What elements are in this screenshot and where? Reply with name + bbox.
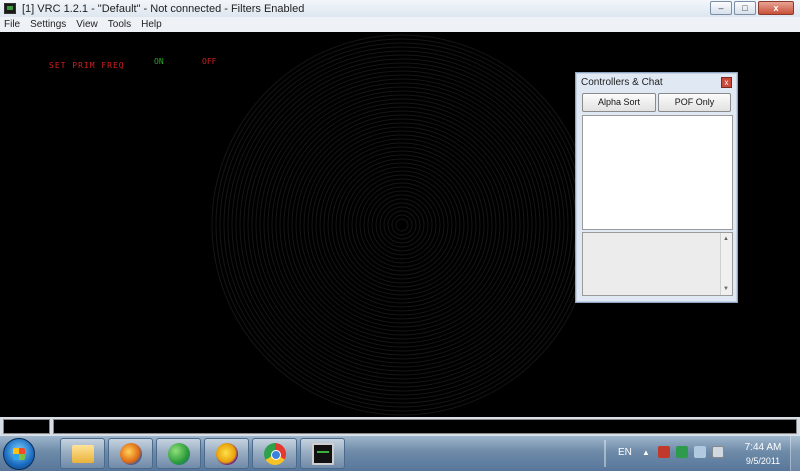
off-label[interactable]: OFF bbox=[202, 57, 216, 66]
firefox-icon bbox=[119, 442, 142, 465]
language-indicator[interactable]: EN bbox=[618, 447, 632, 458]
range-ring bbox=[279, 102, 525, 348]
security-icon[interactable] bbox=[658, 446, 670, 458]
range-ring bbox=[239, 62, 565, 388]
volume-muted-icon[interactable] bbox=[712, 446, 724, 458]
panel-title: Controllers & Chat bbox=[581, 77, 663, 88]
command-bar bbox=[0, 417, 800, 436]
chat-area[interactable]: ▲ ▼ bbox=[582, 232, 733, 296]
range-ring bbox=[211, 34, 593, 416]
range-ring bbox=[275, 98, 529, 352]
panel-close-icon[interactable]: x bbox=[721, 77, 732, 88]
controllers-list[interactable] bbox=[582, 115, 733, 230]
chrome-icon bbox=[263, 442, 286, 465]
vrc-icon bbox=[311, 442, 334, 465]
signal-strength-icon[interactable] bbox=[694, 446, 706, 458]
messenger-icon bbox=[167, 442, 190, 465]
range-ring bbox=[243, 66, 561, 384]
range-ring bbox=[287, 110, 517, 340]
show-desktop-button[interactable] bbox=[790, 436, 800, 471]
system-tray: EN ▲ 7:44 AM 9/5/2011 bbox=[600, 436, 800, 471]
range-ring bbox=[363, 186, 441, 264]
range-ring bbox=[263, 86, 541, 364]
clock-time[interactable]: 7:44 AM bbox=[742, 442, 784, 453]
range-ring bbox=[327, 150, 477, 300]
yahoo-messenger-icon bbox=[215, 442, 238, 465]
range-ring bbox=[219, 42, 585, 408]
window-title: [1] VRC 1.2.1 - "Default" - Not connecte… bbox=[22, 2, 305, 15]
range-ring bbox=[303, 126, 501, 324]
range-ring bbox=[299, 122, 505, 328]
menu-help[interactable]: Help bbox=[141, 19, 162, 30]
range-ring bbox=[251, 74, 553, 376]
taskbar-messenger-button[interactable] bbox=[156, 438, 201, 469]
alpha-sort-button[interactable]: Alpha Sort bbox=[582, 93, 656, 112]
range-ring bbox=[395, 218, 409, 232]
folder-icon bbox=[71, 444, 94, 463]
range-ring bbox=[271, 94, 533, 356]
minimize-button[interactable]: – bbox=[710, 1, 732, 15]
controllers-chat-panel: Controllers & Chat x Alpha Sort POF Only… bbox=[575, 72, 738, 303]
range-ring bbox=[371, 194, 433, 256]
prim-freq-label[interactable]: SET PRIM FREQ bbox=[49, 61, 125, 70]
window-titlebar[interactable]: [1] VRC 1.2.1 - "Default" - Not connecte… bbox=[0, 0, 800, 17]
scroll-up-icon[interactable]: ▲ bbox=[723, 236, 729, 242]
start-button[interactable] bbox=[3, 438, 35, 470]
range-ring bbox=[343, 166, 461, 284]
range-ring bbox=[247, 70, 557, 380]
radar-scope-icon[interactable] bbox=[4, 3, 16, 14]
range-ring bbox=[231, 54, 573, 396]
range-ring bbox=[379, 202, 425, 248]
desktop: [1] VRC 1.2.1 - "Default" - Not connecte… bbox=[0, 0, 800, 471]
range-rings bbox=[211, 34, 593, 416]
range-ring bbox=[383, 206, 421, 244]
menu-view[interactable]: View bbox=[76, 19, 98, 30]
range-ring bbox=[319, 142, 485, 308]
range-ring bbox=[223, 46, 581, 404]
taskbar: EN ▲ 7:44 AM 9/5/2011 bbox=[0, 436, 800, 471]
range-ring bbox=[311, 134, 493, 316]
chat-scrollbar[interactable]: ▲ ▼ bbox=[720, 233, 732, 295]
menu-bar: File Settings View Tools Help bbox=[0, 17, 800, 32]
range-ring bbox=[291, 114, 513, 336]
maximize-button[interactable]: □ bbox=[734, 1, 756, 15]
range-ring bbox=[359, 182, 445, 268]
range-ring bbox=[391, 214, 413, 236]
range-ring bbox=[259, 82, 545, 368]
command-prefix-field[interactable] bbox=[3, 419, 50, 434]
clock-date[interactable]: 9/5/2011 bbox=[740, 456, 786, 466]
menu-settings[interactable]: Settings bbox=[30, 19, 66, 30]
menu-tools[interactable]: Tools bbox=[108, 19, 131, 30]
network-status-icon[interactable] bbox=[676, 446, 688, 458]
range-ring bbox=[283, 106, 521, 344]
range-ring bbox=[331, 154, 473, 296]
scroll-down-icon[interactable]: ▼ bbox=[723, 286, 729, 292]
window-controls: – □ x bbox=[710, 1, 794, 15]
range-ring bbox=[339, 162, 465, 288]
taskbar-folder-button[interactable] bbox=[60, 438, 105, 469]
range-ring bbox=[355, 178, 449, 272]
close-button[interactable]: x bbox=[758, 1, 794, 15]
range-ring bbox=[323, 146, 481, 304]
range-ring bbox=[235, 58, 569, 392]
taskbar-firefox-button[interactable] bbox=[108, 438, 153, 469]
range-ring bbox=[351, 174, 453, 276]
taskbar-chrome-button[interactable] bbox=[252, 438, 297, 469]
command-input[interactable] bbox=[53, 419, 797, 434]
pof-only-button[interactable]: POF Only bbox=[658, 93, 731, 112]
tray-divider bbox=[604, 440, 606, 467]
taskbar-yahoo-button[interactable] bbox=[204, 438, 249, 469]
tray-expand-icon[interactable]: ▲ bbox=[642, 448, 650, 457]
on-label[interactable]: ON bbox=[154, 57, 164, 66]
range-ring bbox=[367, 190, 437, 260]
range-ring bbox=[315, 138, 489, 312]
taskbar-vrc-button[interactable] bbox=[300, 438, 345, 469]
menu-file[interactable]: File bbox=[4, 19, 20, 30]
